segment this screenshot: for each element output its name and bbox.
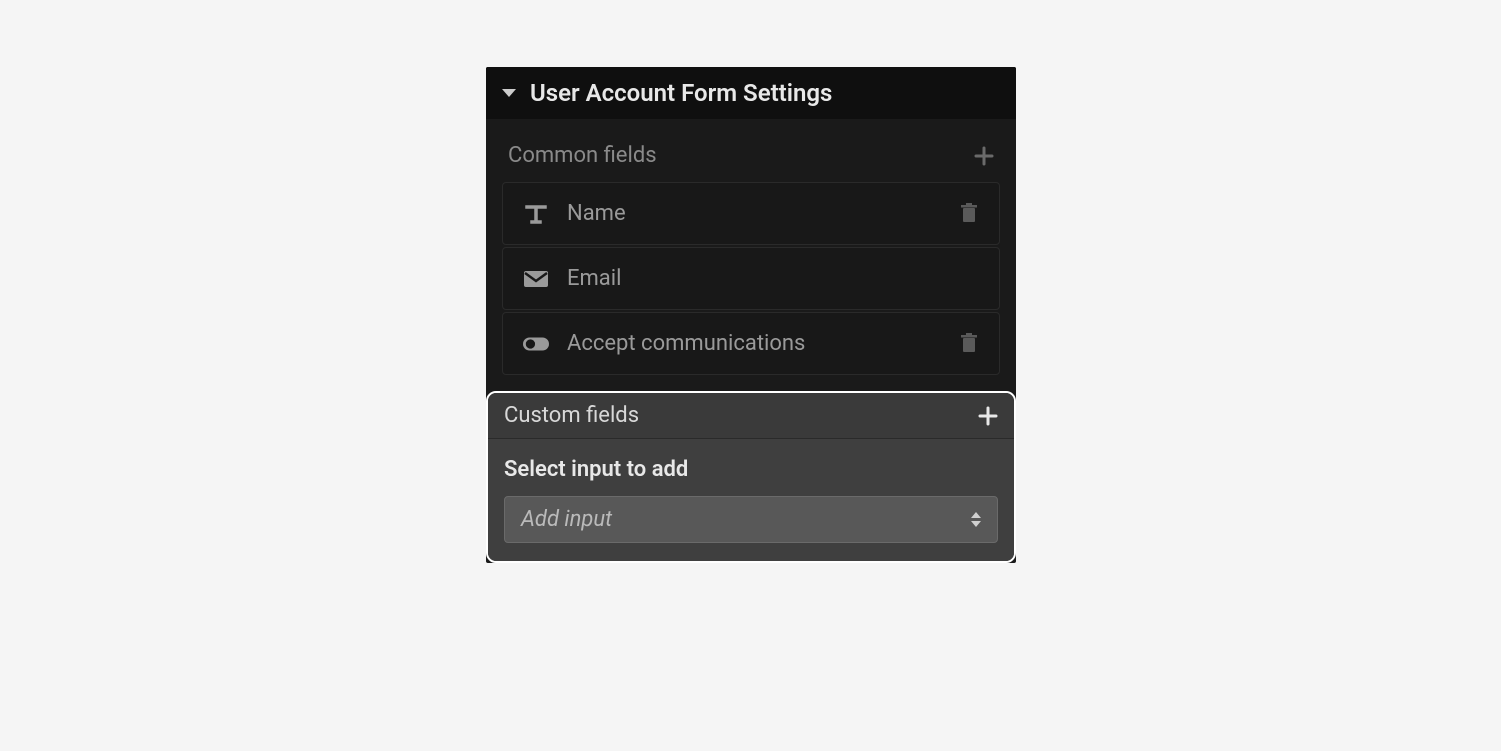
plus-icon [974,146,994,166]
delete-field-button[interactable] [961,333,979,355]
field-label: Accept communications [567,331,943,356]
field-item-name[interactable]: Name [502,182,1000,245]
trash-icon [961,333,977,353]
mail-icon [523,268,549,290]
text-icon [523,203,549,225]
field-label: Name [567,201,943,226]
add-custom-field-button[interactable] [978,406,998,426]
common-fields-title: Common fields [508,143,657,168]
field-item-email[interactable]: Email [502,247,1000,310]
custom-fields-header: Custom fields [488,393,1014,439]
common-fields-section: Common fields Name [486,119,1016,391]
select-input-label: Select input to add [504,457,998,482]
field-item-accept[interactable]: Accept communications [502,312,1000,375]
select-arrows-icon [971,512,981,527]
panel-title: User Account Form Settings [530,79,832,107]
chevron-down-icon [502,89,516,97]
custom-fields-title: Custom fields [504,403,639,428]
select-placeholder: Add input [521,507,612,532]
form-settings-panel: User Account Form Settings Common fields… [486,67,1016,563]
panel-header[interactable]: User Account Form Settings [486,67,1016,119]
common-fields-header: Common fields [502,135,1000,182]
field-label: Email [567,266,979,291]
common-field-list: Name Email [502,182,1000,375]
toggle-icon [523,333,549,355]
add-input-select[interactable]: Add input [504,496,998,543]
add-common-field-button[interactable] [974,146,994,166]
plus-icon [978,406,998,426]
custom-fields-section: Custom fields Select input to add Add in… [486,391,1016,563]
delete-field-button[interactable] [961,203,979,225]
trash-icon [961,203,977,223]
custom-fields-body: Select input to add Add input [488,439,1014,561]
